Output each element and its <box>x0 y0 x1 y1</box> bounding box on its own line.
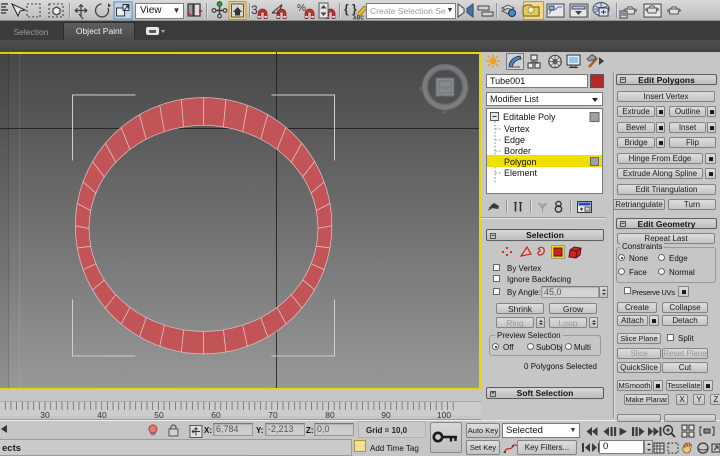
svg-text:E: E <box>465 86 470 93</box>
svg-text:S: S <box>442 108 447 115</box>
svg-text:3: 3 <box>251 3 258 17</box>
svg-text:%: % <box>297 3 306 14</box>
svg-text:TOP: TOP <box>440 86 449 91</box>
svg-text:W: W <box>419 86 426 93</box>
svg-text:N: N <box>442 66 447 73</box>
svg-text:{ }: { } <box>344 2 357 16</box>
